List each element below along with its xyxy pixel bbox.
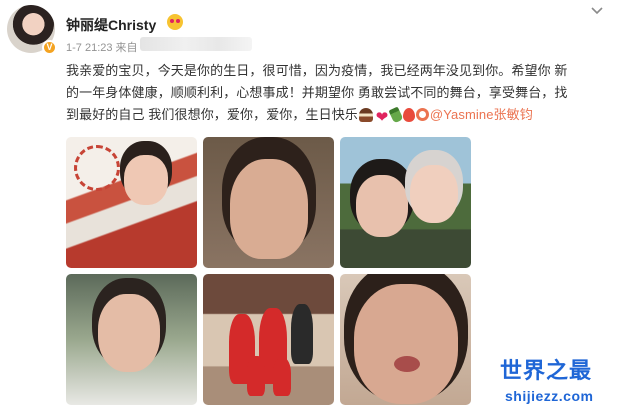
post-text-line3: 到最好的自己 我们很想你，爱你，爱你，生日快乐 xyxy=(66,107,358,122)
photo-6[interactable] xyxy=(340,274,471,405)
blurred-source xyxy=(140,37,252,51)
photo-5[interactable] xyxy=(203,274,334,405)
lips-detail xyxy=(394,356,420,372)
balloon-emoji-icon xyxy=(402,108,415,122)
post-text-line2: 的一年身体健康，顺顺利利，心想事成！并期望你 勇敢尝试不同的舞台，享受舞台，找 xyxy=(66,85,568,100)
portrait-figure xyxy=(410,165,458,223)
portrait-figure xyxy=(124,155,168,205)
portrait-figure xyxy=(356,175,408,237)
verified-badge: V xyxy=(42,40,57,55)
photo-2[interactable] xyxy=(203,137,334,268)
user-name[interactable]: 钟丽缇Christy xyxy=(66,15,156,35)
portrait-figure xyxy=(354,284,458,404)
family-figure xyxy=(247,356,265,396)
family-figure xyxy=(291,304,313,364)
photo-1[interactable] xyxy=(66,137,197,268)
post-source-prefix: 来自 xyxy=(115,42,138,54)
post-date[interactable]: 1-7 21:23 xyxy=(66,42,112,54)
bottle-emoji-icon xyxy=(388,106,404,124)
mention-link-icon xyxy=(415,108,429,121)
watermark-site: shijiezz.com xyxy=(505,388,594,404)
portrait-figure xyxy=(98,294,160,372)
heart-emoji-icon: ❤ xyxy=(375,109,389,126)
chevron-down-icon[interactable] xyxy=(590,3,604,17)
smiling-face-emoji-icon xyxy=(167,14,183,30)
post-text-line1: 我亲爱的宝贝，今天是你的生日，很可惜，因为疫情，我已经两年没见到你。希望你 新 xyxy=(66,63,568,78)
paper-cut-decoration xyxy=(74,145,120,191)
cake-emoji-icon xyxy=(358,108,373,122)
watermark-title: 世界之最 xyxy=(500,358,593,383)
family-figure xyxy=(273,358,291,396)
mention-link[interactable]: @Yasmine张敏钧 xyxy=(430,107,533,122)
avatar[interactable]: V xyxy=(7,5,57,55)
post-text: 我亲爱的宝贝，今天是你的生日，很可惜，因为疫情，我已经两年没见到你。希望你 新 … xyxy=(66,60,614,126)
portrait-figure xyxy=(230,159,308,259)
post-meta: 1-7 21:23 来自 xyxy=(66,39,138,55)
photo-3[interactable] xyxy=(340,137,471,268)
photo-4[interactable] xyxy=(66,274,197,405)
